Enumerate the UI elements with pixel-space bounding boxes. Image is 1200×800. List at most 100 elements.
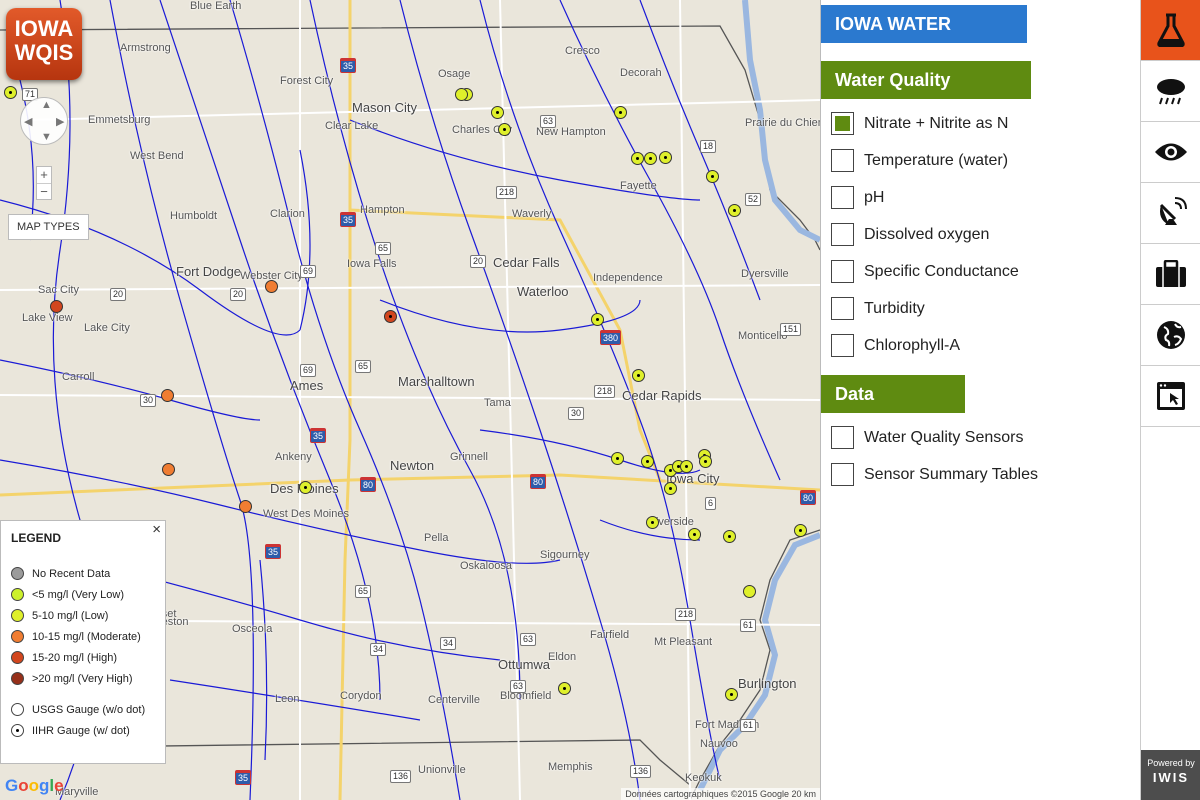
city-label: Cresco xyxy=(565,45,600,57)
station-marker[interactable] xyxy=(632,369,645,382)
city-label: Hampton xyxy=(360,204,405,216)
flask-icon[interactable] xyxy=(1141,0,1200,61)
station-marker[interactable] xyxy=(728,204,741,217)
map-types-button[interactable]: MAP TYPES xyxy=(8,214,89,240)
station-marker[interactable] xyxy=(644,152,657,165)
conditions-checkbox-row[interactable]: Temperature (water) xyxy=(831,149,1008,172)
rain-cloud-icon[interactable] xyxy=(1141,61,1200,122)
zoom-out-button[interactable]: − xyxy=(37,183,51,199)
checkbox[interactable] xyxy=(831,426,854,449)
city-label: Unionville xyxy=(418,764,466,776)
checkbox[interactable] xyxy=(831,149,854,172)
checkbox[interactable] xyxy=(831,223,854,246)
legend-close-icon[interactable]: × xyxy=(152,521,161,538)
checkbox[interactable] xyxy=(831,463,854,486)
eye-icon[interactable] xyxy=(1141,122,1200,183)
satellite-dish-icon[interactable] xyxy=(1141,183,1200,244)
icon-sidebar: Powered by IWIS xyxy=(1140,0,1200,800)
legend-gauge-item: USGS Gauge (w/o dot) xyxy=(11,699,155,720)
station-marker[interactable] xyxy=(498,123,511,136)
station-marker[interactable] xyxy=(611,452,624,465)
conditions-checkbox-row[interactable]: Dissolved oxygen xyxy=(831,223,989,246)
zoom-in-button[interactable]: + xyxy=(37,167,51,183)
station-marker[interactable] xyxy=(646,516,659,529)
checkbox[interactable] xyxy=(831,260,854,283)
map-attribution[interactable]: Données cartographiques ©2015 Google 20 … xyxy=(621,788,820,800)
station-marker[interactable] xyxy=(664,482,677,495)
station-marker[interactable] xyxy=(591,313,604,326)
station-marker[interactable] xyxy=(265,280,278,293)
iowa-wqis-logo[interactable]: IOWA WQIS xyxy=(6,8,82,80)
browser-window-icon[interactable] xyxy=(1141,366,1200,427)
station-marker[interactable] xyxy=(631,152,644,165)
station-marker[interactable] xyxy=(558,682,571,695)
city-label: Prairie du Chien xyxy=(745,117,820,129)
station-marker[interactable] xyxy=(794,524,807,537)
resources-checkbox-row[interactable]: Sensor Summary Tables xyxy=(831,463,1038,486)
pan-up-icon[interactable]: ▲ xyxy=(41,99,52,111)
briefcase-icon[interactable] xyxy=(1141,244,1200,305)
city-label: Sac City xyxy=(38,284,79,296)
route-shield: 65 xyxy=(355,360,372,373)
city-label: Mason City xyxy=(352,100,418,115)
checkbox[interactable] xyxy=(831,297,854,320)
station-marker[interactable] xyxy=(239,500,252,513)
resources-checkbox-row[interactable]: Water Quality Sensors xyxy=(831,426,1023,449)
station-marker[interactable] xyxy=(162,463,175,476)
city-label: Marshalltown xyxy=(398,374,475,389)
checkbox-label: pH xyxy=(864,188,885,206)
google-logo[interactable]: Google xyxy=(5,776,64,796)
map[interactable]: Blue Earth Armstrong Forest City Osage Cresc… xyxy=(0,0,820,800)
pan-left-icon[interactable]: ◀ xyxy=(24,115,32,128)
city-label: Sigourney xyxy=(540,549,590,561)
pan-control[interactable]: ▲ ▼ ◀ ▶ xyxy=(20,97,68,145)
station-marker[interactable] xyxy=(659,151,672,164)
checkbox[interactable] xyxy=(831,186,854,209)
panel-title: IOWA WATER QUALITY IS xyxy=(821,5,1027,72)
station-marker[interactable] xyxy=(50,300,63,313)
route-shield: 35 xyxy=(340,212,357,227)
station-marker[interactable] xyxy=(706,170,719,183)
station-marker[interactable] xyxy=(688,528,701,541)
legend-item-label: No Recent Data xyxy=(32,567,111,580)
station-marker[interactable] xyxy=(299,481,312,494)
station-marker[interactable] xyxy=(4,86,17,99)
station-marker[interactable] xyxy=(455,88,468,101)
checkbox[interactable] xyxy=(831,334,854,357)
station-marker[interactable] xyxy=(641,455,654,468)
route-shield: 30 xyxy=(568,407,585,420)
legend-item-label: >20 mg/l (Very High) xyxy=(32,672,133,685)
route-shield: 20 xyxy=(110,288,127,301)
powered-by-label: Powered by xyxy=(1147,758,1195,768)
city-label: Waverly xyxy=(512,208,552,220)
city-label: Pella xyxy=(424,532,449,544)
station-marker[interactable] xyxy=(384,310,397,323)
city-label: Grinnell xyxy=(450,451,488,463)
station-marker[interactable] xyxy=(614,106,627,119)
route-shield: 6 xyxy=(705,497,717,510)
conditions-checkbox-row[interactable]: pH xyxy=(831,186,884,209)
station-marker[interactable] xyxy=(680,460,693,473)
city-label: Lake View xyxy=(22,312,73,324)
pan-down-icon[interactable]: ▼ xyxy=(41,131,52,143)
station-marker[interactable] xyxy=(743,585,756,598)
conditions-checkbox-row[interactable]: Specific Conductance xyxy=(831,260,1019,283)
city-label: West Des Moines xyxy=(263,508,349,520)
checkbox[interactable] xyxy=(831,112,854,135)
checkbox-label: Specific Conductance xyxy=(864,262,1019,280)
route-shield: 63 xyxy=(520,633,537,646)
conditions-checkbox-row[interactable]: Chlorophyll-A xyxy=(831,334,960,357)
conditions-checkbox-row[interactable]: Nitrate + Nitrite as N xyxy=(831,112,1008,135)
pan-right-icon[interactable]: ▶ xyxy=(56,115,64,128)
station-marker[interactable] xyxy=(491,106,504,119)
station-marker[interactable] xyxy=(161,389,174,402)
conditions-checkbox-row[interactable]: Turbidity xyxy=(831,297,925,320)
station-marker[interactable] xyxy=(725,688,738,701)
station-marker[interactable] xyxy=(723,530,736,543)
globe-icon[interactable] xyxy=(1141,305,1200,366)
powered-by-iwis[interactable]: Powered by IWIS xyxy=(1141,750,1200,800)
city-label: Clear Lake xyxy=(325,120,379,132)
station-marker[interactable] xyxy=(699,455,712,468)
city-label: Oskaloosa xyxy=(460,560,512,572)
city-label: Fayette xyxy=(620,180,657,192)
